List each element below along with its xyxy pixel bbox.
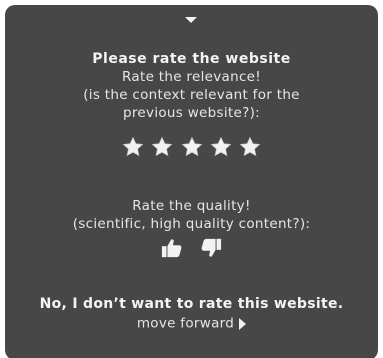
- star-icon-5[interactable]: [239, 136, 261, 158]
- quality-subprompt: (scientific, high quality content?):: [72, 216, 311, 232]
- move-forward-link[interactable]: move forward: [136, 313, 247, 333]
- relevance-section: Please rate the website Rate the relevan…: [0, 50, 383, 122]
- star-icon-3[interactable]: [181, 136, 203, 158]
- relevance-subprompt-line1: (is the context relevant for the: [83, 87, 300, 103]
- play-arrow-icon: [239, 317, 247, 330]
- relevance-star-rating: [0, 136, 383, 160]
- thumbs-up-icon[interactable]: [161, 237, 183, 259]
- star-icon-4[interactable]: [210, 136, 232, 158]
- decline-rating-link[interactable]: No, I don’t want to rate this website.: [0, 295, 383, 313]
- thumbs-down-icon[interactable]: [200, 237, 222, 259]
- quality-section: Rate the quality! (scientific, high qual…: [0, 197, 383, 233]
- star-icon-1[interactable]: [122, 136, 144, 158]
- rating-heading: Please rate the website: [92, 51, 291, 67]
- collapse-arrow-icon[interactable]: [185, 17, 197, 23]
- quality-thumb-rating: [0, 237, 383, 263]
- quality-prompt: Rate the quality!: [132, 198, 251, 214]
- star-icon-2[interactable]: [151, 136, 173, 158]
- relevance-prompt: Rate the relevance!: [122, 69, 261, 85]
- move-forward-label: move forward: [136, 315, 235, 332]
- relevance-subprompt-line2: previous website?):: [123, 105, 260, 121]
- skip-section: No, I don’t want to rate this website. m…: [0, 295, 383, 333]
